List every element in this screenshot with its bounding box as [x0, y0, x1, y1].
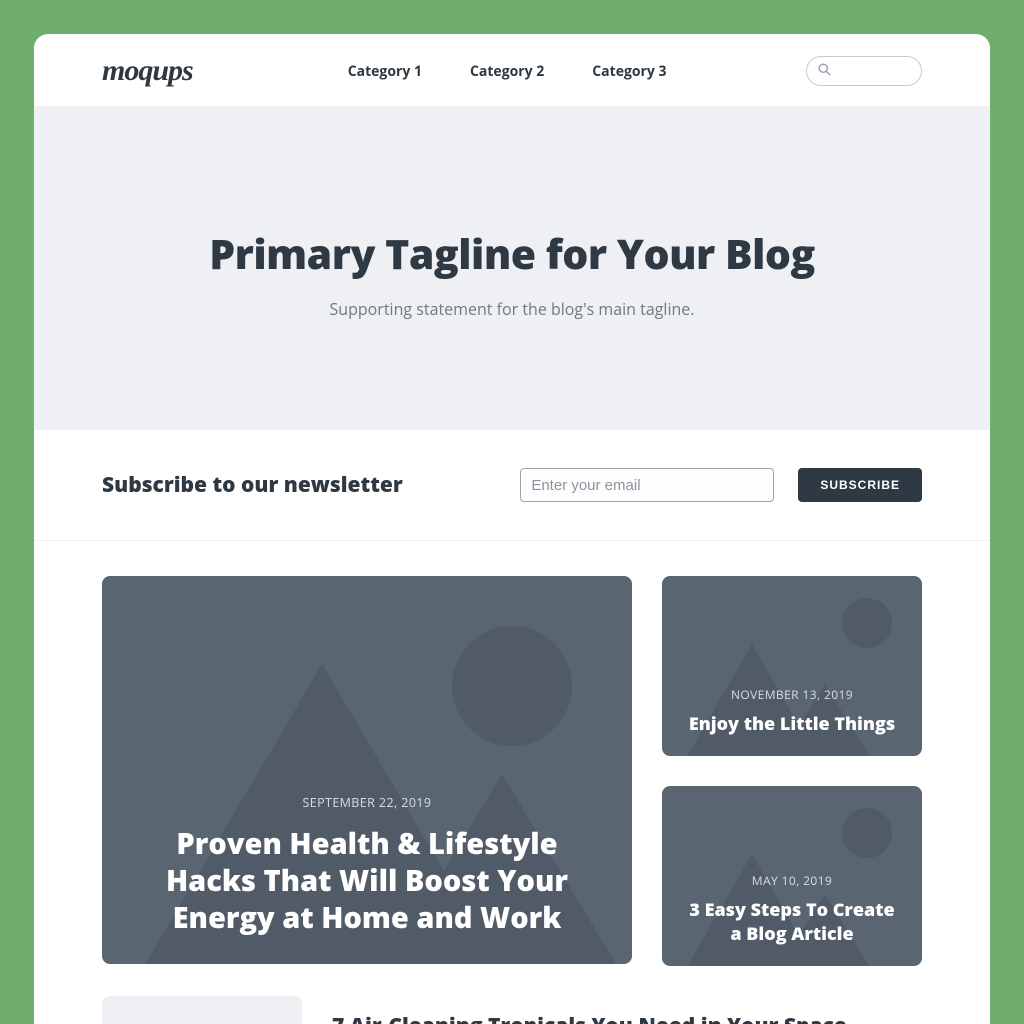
nav-link-category-1[interactable]: Category 1 [348, 62, 422, 81]
posts-grid: SEPTEMBER 22, 2019 Proven Health & Lifes… [34, 541, 990, 966]
post-date: MAY 10, 2019 [686, 872, 898, 889]
image-placeholder-icon [842, 598, 892, 648]
post-title: Enjoy the Little Things [689, 713, 895, 736]
nav-link-category-2[interactable]: Category 2 [470, 62, 544, 81]
search-icon [817, 60, 832, 82]
subscribe-button[interactable]: SUBSCRIBE [798, 468, 922, 502]
brand-logo[interactable]: moqups [102, 54, 193, 88]
post-title: Proven Health & Lifestyle Hacks That Wil… [142, 825, 592, 936]
image-placeholder-icon [842, 808, 892, 858]
search-input[interactable] [806, 56, 922, 86]
post-list-row[interactable]: 7 Air-Cleaning Tropicals You Need in You… [34, 996, 990, 1024]
site-header: moqups Category 1 Category 2 Category 3 [34, 34, 990, 107]
hero-subtitle: Supporting statement for the blog's main… [74, 298, 950, 320]
page: moqups Category 1 Category 2 Category 3 … [34, 34, 990, 1024]
nav-link-category-3[interactable]: Category 3 [592, 62, 666, 81]
hero-section: Primary Tagline for Your Blog Supporting… [34, 107, 990, 430]
main-nav: Category 1 Category 2 Category 3 [348, 62, 667, 81]
post-date: NOVEMBER 13, 2019 [689, 686, 895, 703]
featured-post-card[interactable]: SEPTEMBER 22, 2019 Proven Health & Lifes… [102, 576, 632, 964]
post-card[interactable]: MAY 10, 2019 3 Easy Steps To Create a Bl… [662, 786, 922, 966]
newsletter-form: SUBSCRIBE [520, 468, 922, 502]
post-title: 3 Easy Steps To Create a Blog Article [686, 899, 898, 946]
post-thumbnail [102, 996, 302, 1024]
newsletter-section: Subscribe to our newsletter SUBSCRIBE [34, 430, 990, 541]
image-placeholder-icon [452, 626, 572, 746]
hero-title: Primary Tagline for Your Blog [74, 226, 950, 282]
search-container [806, 56, 922, 86]
post-title: 7 Air-Cleaning Tropicals You Need in You… [332, 1012, 847, 1024]
newsletter-heading: Subscribe to our newsletter [102, 471, 403, 499]
post-date: SEPTEMBER 22, 2019 [142, 794, 592, 811]
post-card[interactable]: NOVEMBER 13, 2019 Enjoy the Little Thing… [662, 576, 922, 756]
email-input[interactable] [520, 468, 774, 502]
